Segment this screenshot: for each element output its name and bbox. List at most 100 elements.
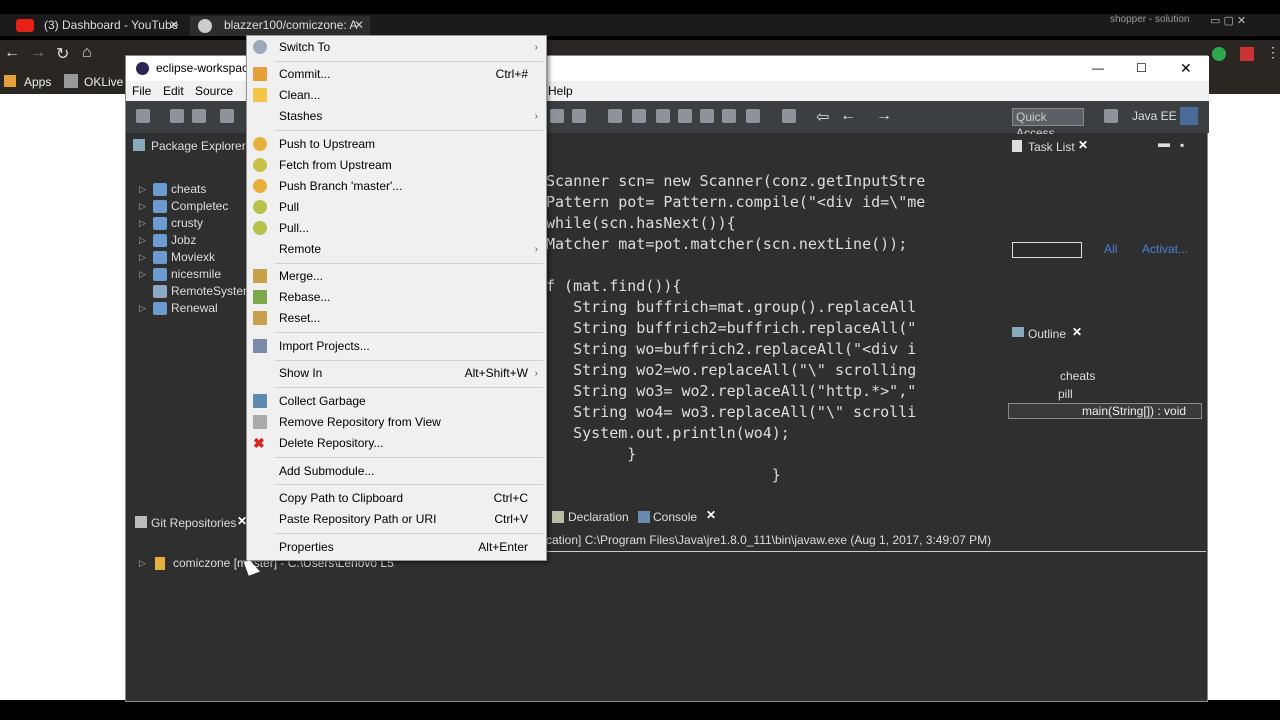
toolbar-icon[interactable]	[608, 109, 622, 123]
task-list-tab[interactable]: Task List	[1028, 138, 1075, 156]
menu-icon[interactable]: ⋮	[1266, 44, 1280, 61]
close-icon[interactable]: ✕	[169, 16, 179, 34]
forward-icon[interactable]: →	[30, 44, 46, 62]
back-icon[interactable]: ←	[4, 44, 20, 62]
toolbar-icon[interactable]	[722, 109, 736, 123]
expand-arrow-icon[interactable]: ▷	[139, 558, 146, 569]
minimize-icon[interactable]: ▬	[1158, 136, 1170, 150]
menu-source[interactable]: Source	[195, 81, 233, 101]
toolbar-icon[interactable]	[572, 109, 586, 123]
tree-item-project[interactable]: ▷ crusty	[129, 215, 203, 232]
menu-item-pull[interactable]: Pull	[247, 197, 546, 218]
toolbar-icon[interactable]	[782, 109, 796, 123]
back-icon[interactable]: ⇦	[816, 107, 829, 127]
menu-item-switch-to[interactable]: Switch To ›	[247, 37, 546, 58]
outline-tab[interactable]: Outline	[1028, 325, 1066, 343]
tree-item-project[interactable]: ▷ Moviexk	[129, 249, 215, 266]
tab-console[interactable]: Console	[653, 508, 697, 526]
menu-item-remote[interactable]: Remote ›	[247, 239, 546, 260]
menu-item-fetch-from-upstream[interactable]: Fetch from Upstream	[247, 155, 546, 176]
menu-item-pull-dialog[interactable]: Pull...	[247, 218, 546, 239]
tab-declaration[interactable]: Declaration	[568, 508, 629, 526]
forward-icon[interactable]: →	[876, 107, 892, 125]
maximize-icon[interactable]: ▪	[1180, 138, 1184, 152]
tree-item-project[interactable]: ▷ Jobz	[129, 232, 196, 249]
apps-icon	[4, 75, 16, 87]
menu-help[interactable]: Help	[548, 81, 573, 101]
outline-item[interactable]: main(String[]) : void	[1082, 404, 1186, 418]
close-icon[interactable]: ✕	[1072, 325, 1082, 339]
expand-arrow-icon[interactable]: ▷	[139, 198, 146, 215]
home-icon[interactable]: ⌂	[82, 44, 92, 62]
expand-arrow-icon[interactable]: ▷	[139, 215, 146, 232]
menu-item-import-projects[interactable]: Import Projects...	[247, 336, 546, 357]
menu-item-remove-repository[interactable]: Remove Repository from View	[247, 412, 546, 433]
toolbar-icon[interactable]	[746, 109, 760, 123]
task-filter-activate[interactable]: Activat...	[1142, 242, 1188, 256]
task-filter-all[interactable]: All	[1104, 242, 1117, 256]
package-explorer-tab[interactable]: Package Explorer	[151, 137, 246, 155]
menu-item-rebase[interactable]: Rebase...	[247, 287, 546, 308]
expand-arrow-icon[interactable]: ▷	[139, 181, 146, 198]
close-icon[interactable]: ✕	[1078, 138, 1088, 152]
toolbar-icon[interactable]	[550, 109, 564, 123]
close-icon[interactable]: ✕	[1180, 56, 1192, 81]
save-icon[interactable]	[170, 109, 184, 123]
tree-item-project[interactable]: RemoteSystem	[129, 283, 253, 300]
reload-icon[interactable]: ↻	[56, 44, 69, 64]
debug-perspective-icon[interactable]	[1180, 107, 1198, 125]
console-process-line: cation] C:\Program Files\Java\jre1.8.0_1…	[546, 533, 992, 547]
menu-item-show-in[interactable]: Show In Alt+Shift+W ›	[247, 363, 546, 384]
browser-tab-youtube[interactable]: (3) Dashboard - YouTube ✕	[10, 16, 185, 36]
expand-arrow-icon[interactable]: ▷	[139, 232, 146, 249]
menu-item-properties[interactable]: Properties Alt+Enter	[247, 537, 546, 558]
expand-arrow-icon[interactable]: ▷	[139, 249, 146, 266]
menu-item-merge[interactable]: Merge...	[247, 266, 546, 287]
toolbar-icon[interactable]	[678, 109, 692, 123]
toolbar-icon[interactable]	[656, 109, 670, 123]
browser-tab-github[interactable]: blazzer100/comiczone: A ✕	[190, 16, 370, 36]
new-icon[interactable]	[136, 109, 150, 123]
back-icon[interactable]: ←	[840, 107, 856, 125]
tree-item-project[interactable]: ▷ cheats	[129, 181, 206, 198]
bookmark-apps[interactable]: Apps	[24, 75, 51, 89]
menu-item-stashes[interactable]: Stashes ›	[247, 106, 546, 127]
menu-item-push-to-upstream[interactable]: Push to Upstream	[247, 134, 546, 155]
close-icon[interactable]: ✕	[354, 16, 364, 34]
extension-icon[interactable]	[1212, 47, 1226, 61]
close-icon[interactable]: ✕	[706, 508, 716, 522]
menu-item-copy-path[interactable]: Copy Path to Clipboard Ctrl+C	[247, 488, 546, 509]
menu-item-commit[interactable]: Commit... Ctrl+#	[247, 64, 546, 85]
perspective-java-ee[interactable]: Java EE	[1132, 109, 1177, 123]
outline-item[interactable]: pill	[1058, 387, 1073, 401]
console-output[interactable]	[401, 551, 1206, 701]
extension-icon[interactable]	[1240, 47, 1254, 61]
expand-arrow-icon[interactable]: ▷	[139, 300, 146, 317]
tree-item-project[interactable]: ▷ Renewal	[129, 300, 218, 317]
save-all-icon[interactable]	[192, 109, 206, 123]
quick-access-input[interactable]: Quick Access	[1012, 108, 1084, 140]
debug-icon[interactable]	[220, 109, 234, 123]
git-repositories-tab[interactable]: Git Repositories	[151, 514, 236, 532]
menu-edit[interactable]: Edit	[163, 81, 184, 101]
toolbar-icon[interactable]	[632, 109, 646, 123]
menu-item-delete-repository[interactable]: ✖ Delete Repository...	[247, 433, 546, 454]
menu-item-paste-repository-path[interactable]: Paste Repository Path or URI Ctrl+V	[247, 509, 546, 530]
tree-item-project[interactable]: ▷ nicesmile	[129, 266, 221, 283]
maximize-icon[interactable]: ☐	[1136, 56, 1147, 81]
open-perspective-icon[interactable]	[1104, 109, 1118, 123]
expand-arrow-icon[interactable]: ▷	[139, 266, 146, 283]
menu-item-clean[interactable]: Clean...	[247, 85, 546, 106]
code-editor[interactable]: Scanner scn= new Scanner(conz.getInputSt…	[546, 156, 984, 496]
toolbar-icon[interactable]	[700, 109, 714, 123]
minimize-icon[interactable]: —	[1092, 56, 1104, 81]
menu-item-push-branch[interactable]: Push Branch 'master'...	[247, 176, 546, 197]
menu-item-reset[interactable]: Reset...	[247, 308, 546, 329]
menu-item-collect-garbage[interactable]: Collect Garbage	[247, 391, 546, 412]
bookmark-oklive[interactable]: OKLive	[84, 75, 123, 89]
menu-file[interactable]: File	[132, 81, 151, 101]
menu-item-add-submodule[interactable]: Add Submodule...	[247, 461, 546, 482]
task-filter-input[interactable]	[1012, 242, 1082, 258]
outline-item[interactable]: cheats	[1060, 369, 1095, 383]
tree-item-project[interactable]: ▷ Completec	[129, 198, 228, 215]
